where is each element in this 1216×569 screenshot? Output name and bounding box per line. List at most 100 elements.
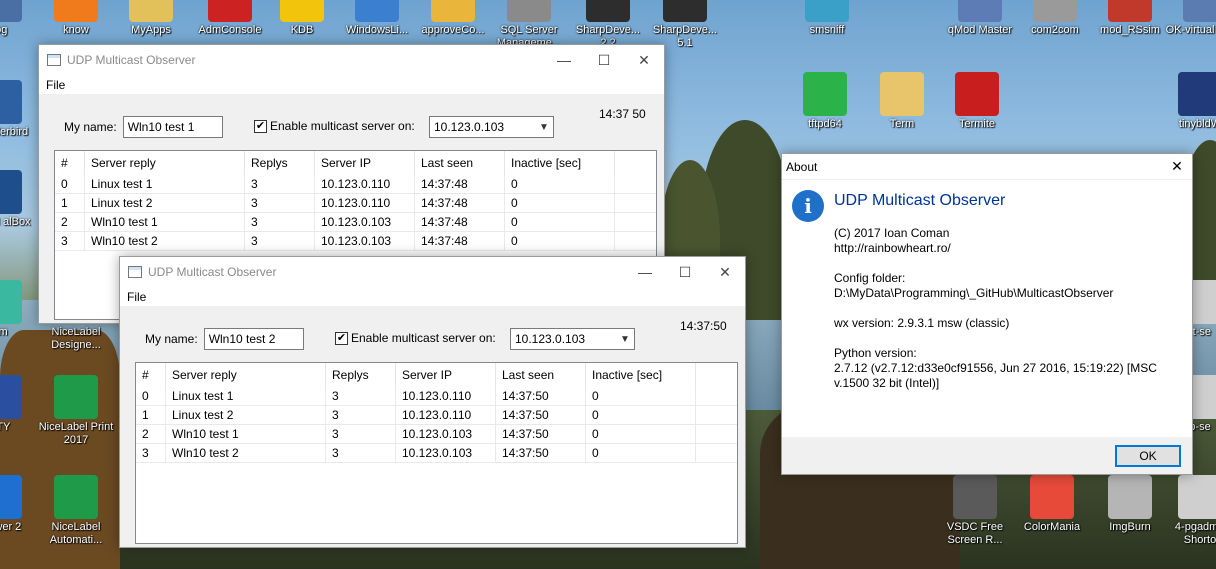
cell-inactive: 0 [586, 406, 696, 424]
cell-index: 2 [55, 213, 85, 231]
window-2-titlebar[interactable]: UDP Multicast Observer — ☐ ✕ [120, 257, 745, 287]
close-button[interactable]: ✕ [624, 45, 664, 75]
about-titlebar[interactable]: About ✕ [782, 154, 1192, 180]
desktop-icon[interactable]: zilla derbird [0, 80, 40, 139]
desktop-icon[interactable]: SQL Server Manageme... [489, 0, 569, 50]
col-header-replys[interactable]: Replys [326, 363, 396, 387]
cell-server-reply: Linux test 1 [85, 175, 245, 193]
maximize-button[interactable]: ☐ [584, 45, 624, 75]
desktop-icon[interactable]: ImgBurn [1090, 475, 1170, 534]
col-header-server-reply[interactable]: Server reply [166, 363, 326, 387]
desktop-icon[interactable]: SharpDeve... 2.2 [568, 0, 648, 50]
menu-file[interactable]: File [127, 290, 146, 304]
app-shortcut-icon [1178, 475, 1216, 519]
enable-multicast-checkbox[interactable]: ✔ [335, 331, 348, 345]
col-header-replys[interactable]: Replys [245, 151, 315, 175]
cell-server-reply: Wln10 test 2 [85, 232, 245, 250]
desktop-icon[interactable]: VSDC Free Screen R... [935, 475, 1015, 547]
cell-replys: 3 [326, 406, 396, 424]
desktop-icon[interactable]: NiceLabel Automati... [36, 475, 116, 547]
app-shortcut-icon [805, 0, 849, 22]
desktop-icon[interactable]: know [36, 0, 116, 37]
col-header-server-reply[interactable]: Server reply [85, 151, 245, 175]
server-list[interactable]: # Server reply Replys Server IP Last see… [135, 362, 738, 544]
col-header-last-seen[interactable]: Last seen [415, 151, 505, 175]
app-shortcut-icon [955, 72, 999, 116]
enable-multicast-checkbox[interactable]: ✔ [254, 119, 267, 133]
col-header-inactive[interactable]: Inactive [sec] [505, 151, 615, 175]
ok-button[interactable]: OK [1115, 445, 1181, 467]
desktop-icon[interactable]: mod_RSsim [1090, 0, 1170, 37]
desktop-icon[interactable]: Termite [937, 72, 1017, 131]
table-row[interactable]: 3 Wln10 test 2 3 10.123.0.103 14:37:50 0 [136, 444, 737, 463]
desktop-icon[interactable]: KDB [262, 0, 342, 37]
col-header-server-ip[interactable]: Server IP [315, 151, 415, 175]
cell-index: 0 [136, 387, 166, 405]
desktop-icon[interactable]: NiceLabel Print 2017 [36, 375, 116, 447]
desktop-icon[interactable]: smsniff [787, 0, 867, 37]
col-header-last-seen[interactable]: Last seen [496, 363, 586, 387]
desktop-icon[interactable]: 4-pgadm - Shorto [1160, 475, 1216, 547]
app-shortcut-icon [54, 0, 98, 22]
window-1-clock: 14:37 50 [599, 107, 646, 121]
desktop-icon[interactable]: MyApps [111, 0, 191, 37]
app-shortcut-icon [54, 375, 98, 419]
ip-select[interactable]: 10.123.0.103 ▼ [510, 328, 635, 350]
cell-replys: 3 [245, 175, 315, 193]
my-name-input[interactable]: Wln10 test 1 [122, 116, 223, 138]
desktop-icon-label: know [63, 24, 89, 36]
desktop-icon[interactable]: TTY [0, 375, 40, 434]
cell-index: 3 [136, 444, 166, 462]
desktop-icon[interactable]: com2com [1015, 0, 1095, 37]
desktop-icon[interactable]: ColorMania [1012, 475, 1092, 534]
app-shortcut-icon [208, 0, 252, 22]
desktop-icon[interactable]: approveCo... [413, 0, 493, 37]
observer-window-2: UDP Multicast Observer — ☐ ✕ File 14:37:… [119, 256, 746, 548]
table-row[interactable]: 0 Linux test 1 3 10.123.0.110 14:37:50 0 [136, 387, 737, 406]
my-name-input[interactable]: Wln10 test 2 [203, 328, 304, 350]
app-shortcut-icon [129, 0, 173, 22]
desktop-icon-label: approveCo... [421, 24, 485, 36]
desktop-icon-label: Viewer 2 [0, 521, 22, 533]
table-row[interactable]: 2 Wln10 test 1 3 10.123.0.103 14:37:48 0 [55, 213, 656, 232]
app-icon [128, 266, 142, 278]
menu-file[interactable]: File [46, 78, 65, 92]
desktop-icon[interactable]: SharpDeve... 5.1 [645, 0, 725, 50]
desktop-icon[interactable]: AdmConsole [190, 0, 270, 37]
col-header-index[interactable]: # [55, 151, 85, 175]
desktop-icon[interactable]: om [0, 280, 40, 339]
table-row[interactable]: 1 Linux test 2 3 10.123.0.110 14:37:48 0 [55, 194, 656, 213]
window-1-titlebar[interactable]: UDP Multicast Observer — ☐ ✕ [39, 45, 664, 75]
table-row[interactable]: 2 Wln10 test 1 3 10.123.0.103 14:37:50 0 [136, 425, 737, 444]
desktop-icon[interactable]: tftpd64 [785, 72, 865, 131]
cell-replys: 3 [326, 444, 396, 462]
ip-select[interactable]: 10.123.0.103 ▼ [429, 116, 554, 138]
desktop-icon-label: MyApps [131, 24, 171, 36]
desktop-icon[interactable]: WindowsLi... [337, 0, 417, 37]
app-icon [47, 54, 61, 66]
col-header-index[interactable]: # [136, 363, 166, 387]
desktop-icon-label: qMod Master [947, 24, 1013, 36]
table-row[interactable]: 1 Linux test 2 3 10.123.0.110 14:37:50 0 [136, 406, 737, 425]
table-row[interactable]: 3 Wln10 test 2 3 10.123.0.103 14:37:48 0 [55, 232, 656, 251]
desktop-icon[interactable]: qMod Master [940, 0, 1020, 37]
app-shortcut-icon [0, 80, 22, 124]
about-dialog: About ✕ i UDP Multicast Observer (C) 201… [781, 153, 1193, 475]
close-button[interactable]: ✕ [1162, 158, 1192, 175]
desktop-icon[interactable]: Viewer 2 [0, 475, 40, 534]
close-button[interactable]: ✕ [705, 257, 745, 287]
desktop-icon[interactable]: ile VM alBox [0, 170, 40, 229]
cell-last-seen: 14:37:48 [415, 232, 505, 250]
desktop-icon-label: AdmConsole [198, 24, 262, 36]
maximize-button[interactable]: ☐ [665, 257, 705, 287]
desktop-icon[interactable]: log [0, 0, 40, 37]
desktop-icon[interactable]: Term [862, 72, 942, 131]
desktop-icon[interactable]: OK-virtual proxy [1165, 0, 1216, 37]
minimize-button[interactable]: — [544, 45, 584, 75]
table-row[interactable]: 0 Linux test 1 3 10.123.0.110 14:37:48 0 [55, 175, 656, 194]
col-header-server-ip[interactable]: Server IP [396, 363, 496, 387]
minimize-button[interactable]: — [625, 257, 665, 287]
col-header-inactive[interactable]: Inactive [sec] [586, 363, 696, 387]
app-shortcut-icon [1178, 72, 1216, 116]
desktop-icon[interactable]: tinybldW [1160, 72, 1216, 131]
